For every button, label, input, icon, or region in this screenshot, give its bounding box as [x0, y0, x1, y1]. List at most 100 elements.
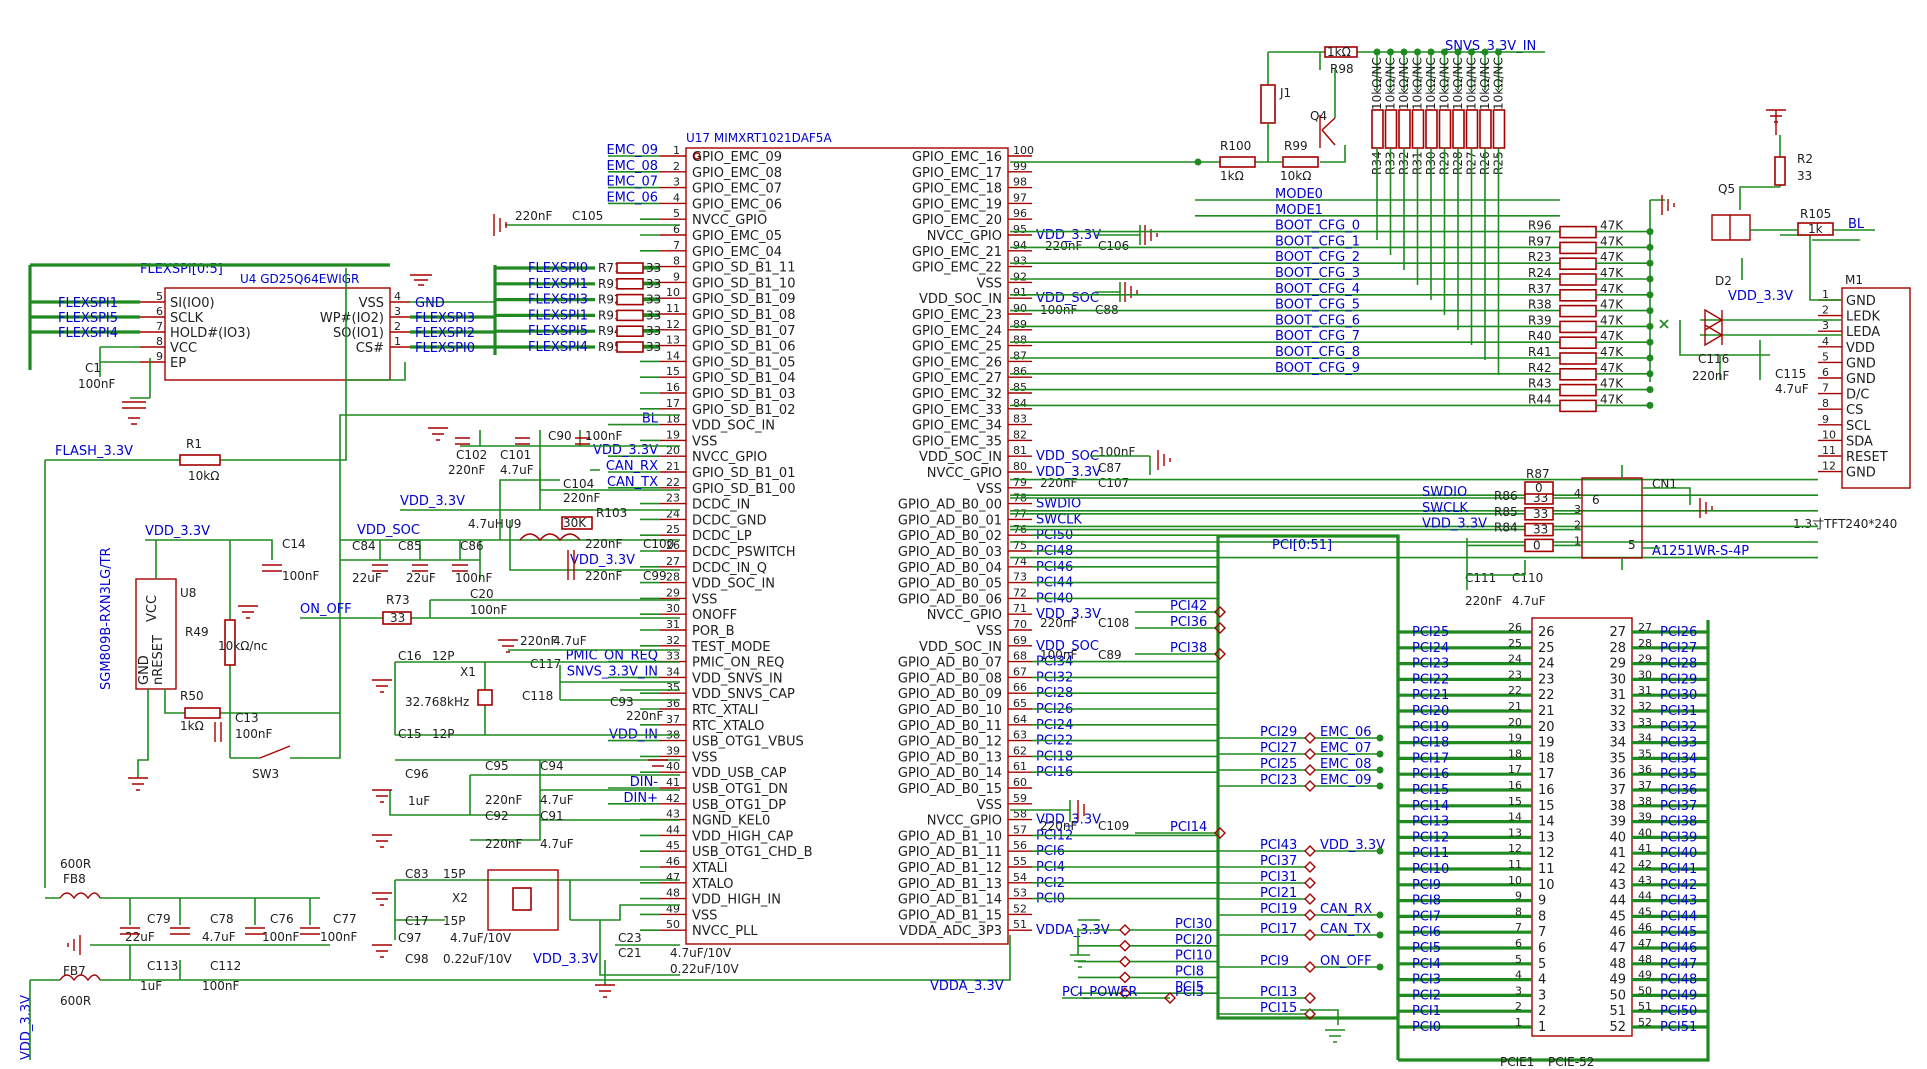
pcie-right-net: PCI33 [1660, 736, 1697, 751]
flexres-value: 33 [646, 293, 661, 307]
pcie-left-net: PCI11 [1412, 846, 1449, 861]
lcd-pin-number: 9 [1822, 413, 1829, 426]
pcie-right-net: PCI51 [1660, 1020, 1697, 1035]
pcie-left-net: PCI1 [1412, 1004, 1441, 1019]
cn1-pin6: 6 [1592, 493, 1600, 507]
pullup-value: 10kΩ/NC [1411, 57, 1425, 110]
pcie-right-net: PCI36 [1660, 783, 1697, 798]
flash-net-wire [99, 361, 140, 377]
boot-net-label: BOOT_CFG_5 [1275, 298, 1360, 313]
boot-net-label: BOOT_CFG_4 [1275, 282, 1360, 297]
u8-part: SGM809B-RXN3LG/TR [99, 547, 114, 690]
mcu-pin-number: 48 [666, 887, 680, 900]
pci-power-alias-label: PCI3 [1175, 985, 1204, 1000]
pcie-right-pin-inner: 44 [1609, 894, 1626, 909]
mcu-net-label: VDD_SOC [1036, 449, 1099, 464]
boot-net-label: BOOT_CFG_7 [1275, 329, 1360, 344]
vdd-3v3-c99: VDD_3.3V [570, 553, 635, 568]
pullup-value: 10kΩ/NC [1438, 57, 1452, 110]
c105-gnd [493, 214, 507, 236]
mcu-pin-name: VSS [977, 482, 1002, 497]
pcie-left-pin-outer: 14 [1508, 811, 1522, 824]
pcie-right-pin-outer: 35 [1638, 747, 1652, 760]
pcie-left-pin-outer: 18 [1508, 747, 1522, 760]
pcie-right-pin-inner: 51 [1609, 1004, 1626, 1019]
pcie-left-net: PCI18 [1412, 736, 1449, 751]
flash-pin-name: HOLD#(IO3) [170, 326, 251, 341]
c104-ref: C104 [563, 477, 594, 491]
pci-alias-port [1304, 909, 1316, 921]
u8-gnd-symbol [128, 777, 148, 791]
mcu-pin-number: 12 [666, 318, 680, 331]
mcu-pin-number: 37 [666, 713, 680, 726]
r105-ref: R105 [1800, 207, 1831, 221]
pcie-left-pin-inner: 19 [1538, 736, 1555, 751]
lcd-vdd-label: VDD_3.3V [1728, 289, 1793, 304]
onoff-section: ON_OFF R73 33 C20 100nF [238, 587, 680, 625]
pcie-right-pin-inner: 48 [1609, 957, 1626, 972]
r98-ref: R98 [1330, 62, 1354, 76]
cn1-gnd [1699, 498, 1713, 518]
pcie-right-pin-outer: 31 [1638, 684, 1652, 697]
pci-alias-target: EMC_06 [1320, 725, 1372, 740]
mcu-pin-name: GPIO_EMC_34 [912, 419, 1002, 434]
flexres-net: FLEXSPI0 [528, 261, 588, 276]
mcu-pin-name: GPIO_AD_B0_00 [898, 498, 1002, 513]
mcu-pin-name: GPIO_EMC_32 [912, 387, 1002, 402]
flash-pin-number: 5 [156, 290, 163, 303]
pullup-body [1465, 109, 1479, 149]
lcd-pin-name: CS [1846, 403, 1863, 418]
junction [1427, 48, 1435, 56]
pullup-body [1438, 109, 1452, 149]
flash-pin-number: 6 [156, 305, 163, 318]
pci-gnd-port [1119, 924, 1131, 936]
lcd-caption: 1.3寸TFT240*240 [1793, 517, 1897, 531]
pcie-left-pin-inner: 6 [1538, 941, 1546, 956]
mcu-pin-name: GPIO_AD_B0_12 [898, 735, 1002, 750]
mcu-pin-name: VSS [977, 276, 1002, 291]
pcie-right-pin-outer: 39 [1638, 811, 1652, 824]
r49-value: 10kΩ/nc [218, 639, 268, 653]
lcd-pin-name: D/C [1846, 388, 1869, 403]
pci-alias-port [1304, 992, 1316, 1004]
pcie-right-pin-outer: 37 [1638, 779, 1652, 792]
pcie-right-pin-outer: 48 [1638, 953, 1652, 966]
fb7-value: 600R [60, 994, 91, 1008]
c106-value: 220nF [1045, 239, 1083, 253]
flash-pin-number: 2 [394, 320, 401, 333]
boot-res-body [1559, 383, 1597, 397]
pcie-left-pin-outer: 13 [1508, 826, 1522, 839]
pcie-right-net: PCI50 [1660, 1004, 1697, 1019]
pcie-right-net: PCI35 [1660, 767, 1697, 782]
boot-res-value: 47K [1600, 329, 1624, 343]
mcu-pin-number: 29 [666, 586, 680, 599]
c102-value: 220nF [448, 463, 486, 477]
mcu-pin-number: 64 [1013, 713, 1027, 726]
c111-ref: C111 [1465, 571, 1496, 585]
c99-value: 220nF [585, 569, 623, 583]
mcu-pin-name: DCDC_IN_Q [692, 561, 767, 576]
r87-value: 0 [1535, 481, 1543, 495]
boot-net-label: BOOT_CFG_8 [1275, 345, 1360, 360]
pcie-left-net: PCI16 [1412, 767, 1449, 782]
c97-value: 4.7uF/10V [450, 931, 512, 945]
flexres-body [616, 325, 644, 338]
flexspi-resistors: FLEXSPI0 R71 33FLEXSPI1 R91 33FLEXSPI3 R92 33F… [493, 261, 661, 355]
mcu-pin-name: GPIO_AD_B1_13 [898, 877, 1002, 892]
q5-symbol [1711, 214, 1751, 241]
mcu-pin-name: GPIO_AD_B1_11 [898, 845, 1002, 860]
boot-gnd-rail [1649, 199, 1665, 382]
pcie-right-pin-inner: 32 [1609, 704, 1626, 719]
xtal-section: C83 15P X2 C17 15P C97 4.7uF/10V C98 0.2… [372, 867, 740, 998]
mcu-pin-number: 80 [1013, 460, 1027, 473]
d2-ref: D2 [1715, 274, 1732, 288]
c118-ref: C118 [522, 689, 553, 703]
lcd-pin-name: GND [1846, 466, 1876, 481]
pullup-value: 10kΩ/NC [1478, 57, 1492, 110]
mcu-pin-number: 36 [666, 697, 680, 710]
boot-res-ref: R37 [1528, 282, 1552, 296]
pci-alias-port [1304, 732, 1316, 744]
pcie-left-net: PCI23 [1412, 657, 1449, 672]
mcu-pin-number: 89 [1013, 318, 1027, 331]
pcie-right-pin-inner: 52 [1609, 1020, 1626, 1035]
